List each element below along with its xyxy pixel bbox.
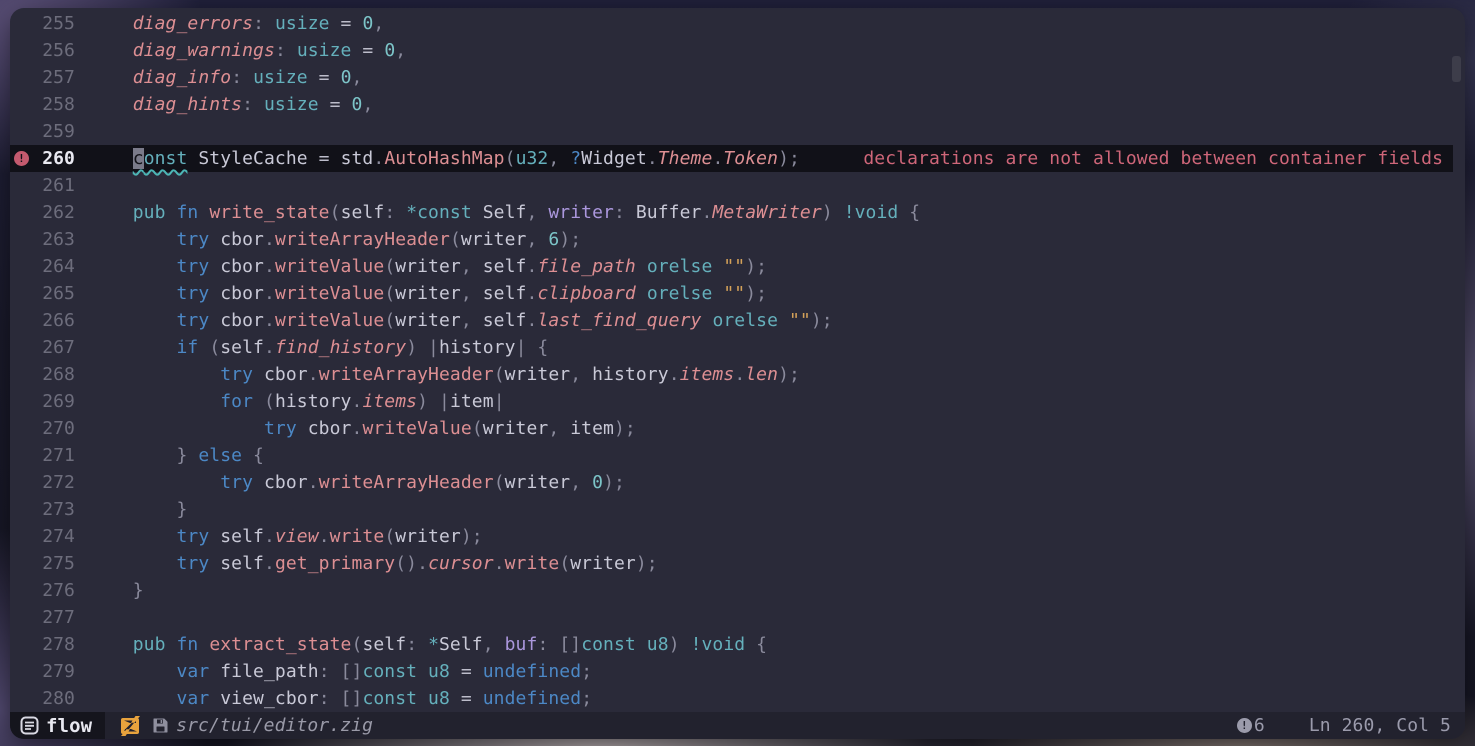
code-line[interactable]: 272 try cbor.writeArrayHeader(writer, 0)… [10, 469, 1465, 496]
code-line[interactable]: 273 } [10, 496, 1465, 523]
diagnostics-icon[interactable]: ! [1237, 718, 1252, 733]
code-line[interactable]: 256 diag_warnings: usize = 0, [10, 37, 1465, 64]
code-line[interactable]: 257 diag_info: usize = 0, [10, 64, 1465, 91]
line-text: try cbor.writeArrayHeader(writer, 0); [89, 469, 625, 496]
line-number: 270 [10, 415, 75, 442]
line-number: 276 [10, 577, 75, 604]
line-number: 280 [10, 685, 75, 712]
line-text: diag_info: usize = 0, [89, 64, 362, 91]
code-line[interactable]: 278 pub fn extract_state(self: *Self, bu… [10, 631, 1465, 658]
line-text: const StyleCache = std.AutoHashMap(u32, … [89, 145, 800, 172]
line-number: 272 [10, 469, 75, 496]
line-text: } else { [89, 442, 264, 469]
line-number: 264 [10, 253, 75, 280]
line-text: } [89, 577, 144, 604]
line-text: try cbor.writeValue(writer, item); [89, 415, 636, 442]
line-number: 278 [10, 631, 75, 658]
line-number: 263 [10, 226, 75, 253]
line-text: diag_hints: usize = 0, [89, 91, 373, 118]
line-text: for (history.items) |item| [89, 388, 505, 415]
line-text: try self.view.write(writer); [89, 523, 483, 550]
line-number: 257 [10, 64, 75, 91]
line-number: 268 [10, 361, 75, 388]
cursor-position[interactable]: Ln 260, Col 5 [1309, 715, 1451, 736]
editor-window: 255 diag_errors: usize = 0,256 diag_warn… [10, 8, 1465, 739]
line-number: 262 [10, 199, 75, 226]
line-number: 258 [10, 91, 75, 118]
line-text: try cbor.writeValue(writer, self.file_pa… [89, 253, 767, 280]
line-text: pub fn write_state(self: *const Self, wr… [89, 199, 920, 226]
line-number: 273 [10, 496, 75, 523]
statusbar-right: ! 6 Ln 260, Col 5 [1237, 715, 1465, 736]
code-line[interactable]: 275 try self.get_primary().cursor.write(… [10, 550, 1465, 577]
line-number: 275 [10, 550, 75, 577]
line-text: diag_warnings: usize = 0, [89, 37, 406, 64]
line-number: 266 [10, 307, 75, 334]
text-cursor: c [133, 148, 144, 169]
line-number: 265 [10, 280, 75, 307]
error-badge-icon: ! [14, 151, 29, 166]
status-bar: flow src/tui/editor.zig [10, 712, 1465, 739]
line-text: try cbor.writeArrayHeader(writer, 6); [89, 226, 581, 253]
code-area[interactable]: 255 diag_errors: usize = 0,256 diag_warn… [10, 8, 1465, 712]
code-line[interactable]: 264 try cbor.writeValue(writer, self.fil… [10, 253, 1465, 280]
code-line[interactable]: 270 try cbor.writeValue(writer, item); [10, 415, 1465, 442]
code-line[interactable]: 269 for (history.items) |item| [10, 388, 1465, 415]
line-number: 261 [10, 172, 75, 199]
scrollbar-thumb[interactable] [1452, 56, 1461, 82]
code-line[interactable]: 255 diag_errors: usize = 0, [10, 10, 1465, 37]
line-text: if (self.find_history) |history| { [89, 334, 548, 361]
document-lines-icon [20, 716, 39, 735]
line-text: pub fn extract_state(self: *Self, buf: [… [89, 631, 767, 658]
code-line[interactable]: 276 } [10, 577, 1465, 604]
code-line[interactable]: 261 [10, 172, 1465, 199]
code-line[interactable]: 263 try cbor.writeArrayHeader(writer, 6)… [10, 226, 1465, 253]
code-line[interactable]: 265 try cbor.writeValue(writer, self.cli… [10, 280, 1465, 307]
app-name: flow [46, 715, 92, 737]
line-text: try cbor.writeValue(writer, self.clipboa… [89, 280, 767, 307]
code-line[interactable]: 280 var view_cbor: []const u8 = undefine… [10, 685, 1465, 712]
line-number: 269 [10, 388, 75, 415]
line-number: 259 [10, 118, 75, 145]
line-number: 274 [10, 523, 75, 550]
code-line[interactable]: 271 } else { [10, 442, 1465, 469]
line-number: 267 [10, 334, 75, 361]
line-text: try cbor.writeValue(writer, self.last_fi… [89, 307, 833, 334]
code-line[interactable]: 259 [10, 118, 1465, 145]
line-text: var file_path: []const u8 = undefined; [89, 658, 592, 685]
save-icon [152, 717, 169, 734]
line-number: 255 [10, 10, 75, 37]
line-number: 279 [10, 658, 75, 685]
inline-diagnostic-message: declarations are not allowed between con… [863, 145, 1453, 172]
line-text: diag_errors: usize = 0, [89, 10, 384, 37]
diagnostics-count[interactable]: 6 [1254, 715, 1265, 736]
code-line[interactable]: 274 try self.view.write(writer); [10, 523, 1465, 550]
code-line[interactable]: !260 const StyleCache = std.AutoHashMap(… [10, 145, 1453, 172]
line-number: 277 [10, 604, 75, 631]
file-path[interactable]: src/tui/editor.zig [176, 715, 373, 736]
code-line[interactable]: 267 if (self.find_history) |history| { [10, 334, 1465, 361]
flow-menu-button[interactable]: flow [10, 712, 105, 739]
line-text: try cbor.writeArrayHeader(writer, histor… [89, 361, 800, 388]
zig-logo-icon [119, 716, 142, 736]
code-line[interactable]: 268 try cbor.writeArrayHeader(writer, hi… [10, 361, 1465, 388]
code-line[interactable]: 277 [10, 604, 1465, 631]
line-text: try self.get_primary().cursor.write(writ… [89, 550, 658, 577]
code-line[interactable]: 258 diag_hints: usize = 0, [10, 91, 1465, 118]
code-line[interactable]: 262 pub fn write_state(self: *const Self… [10, 199, 1465, 226]
code-lines: 255 diag_errors: usize = 0,256 diag_warn… [10, 10, 1465, 712]
code-line[interactable]: 279 var file_path: []const u8 = undefine… [10, 658, 1465, 685]
line-text: } [89, 496, 187, 523]
line-number: 256 [10, 37, 75, 64]
line-text: var view_cbor: []const u8 = undefined; [89, 685, 592, 712]
line-number: 271 [10, 442, 75, 469]
code-line[interactable]: 266 try cbor.writeValue(writer, self.las… [10, 307, 1465, 334]
